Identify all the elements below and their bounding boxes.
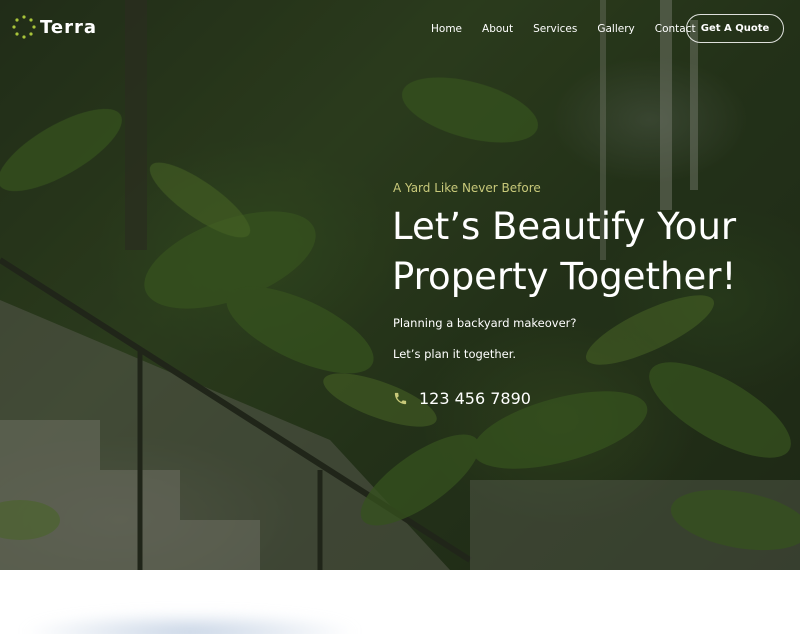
hero-phone[interactable]: 123 456 7890: [393, 389, 531, 408]
nav-about[interactable]: About: [482, 22, 513, 36]
brand-logo[interactable]: Terra: [11, 14, 97, 40]
hero-headline: Let’s Beautify Your Property Together!: [392, 202, 792, 302]
get-quote-button[interactable]: Get A Quote: [686, 14, 784, 43]
hero-headline-line1: Let’s Beautify Your: [392, 205, 737, 248]
hero-eyebrow: A Yard Like Never Before: [393, 181, 541, 195]
next-section-image-peek: [20, 612, 360, 634]
brand-name: Terra: [40, 16, 97, 38]
hero-headline-line2: Property Together!: [392, 255, 737, 298]
phone-icon: [394, 392, 407, 405]
hero-subtext-2: Let’s plan it together.: [393, 347, 517, 361]
nav-gallery[interactable]: Gallery: [597, 22, 634, 36]
sun-dots-icon: [12, 15, 36, 39]
phone-number: 123 456 7890: [419, 389, 531, 408]
nav-services[interactable]: Services: [533, 22, 577, 36]
nav-home[interactable]: Home: [431, 22, 462, 36]
hero-subtext-1: Planning a backyard makeover?: [393, 316, 577, 330]
main-nav: Home About Services Gallery Contact: [431, 22, 716, 36]
